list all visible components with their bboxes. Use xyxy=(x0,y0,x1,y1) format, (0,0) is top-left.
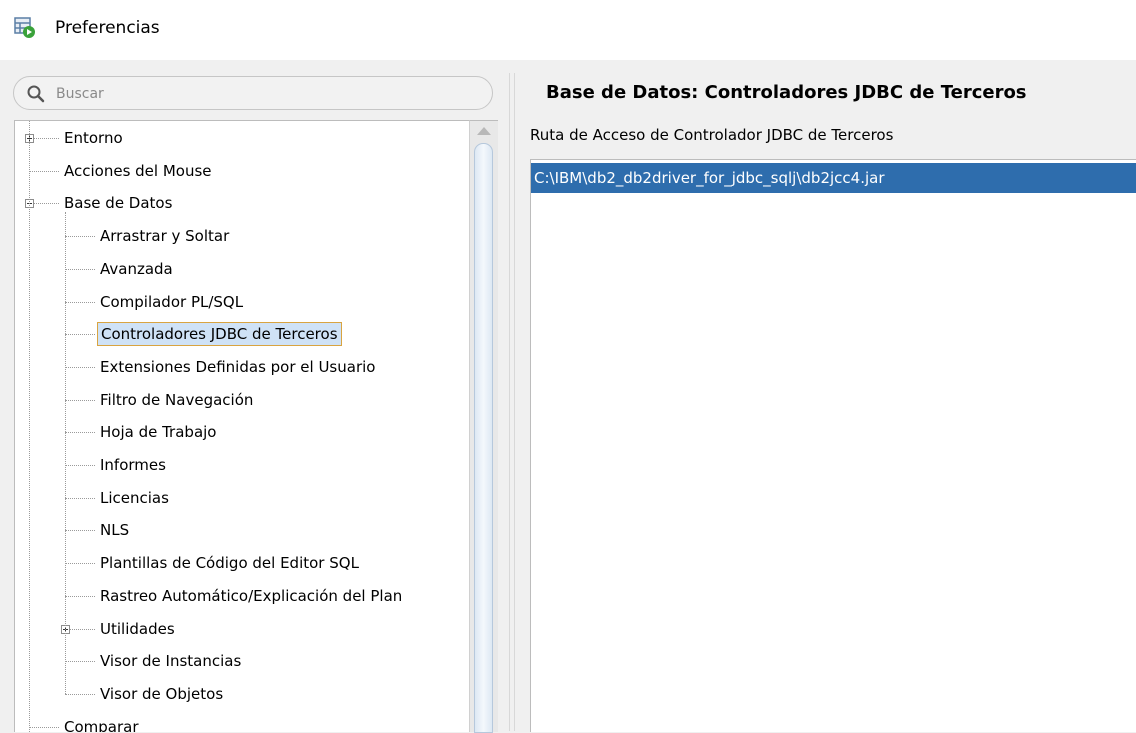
tree-item-label: Utilidades xyxy=(100,620,175,638)
tree-connector xyxy=(65,694,95,695)
tree-item-label: NLS xyxy=(100,521,130,539)
tree-item-label: Comparar xyxy=(64,718,139,732)
tree-item[interactable]: Plantillas de Código del Editor SQL xyxy=(97,550,362,576)
tree-item-label: Extensiones Definidas por el Usuario xyxy=(100,358,376,376)
tree-item-label: Entorno xyxy=(64,129,123,147)
tree-item-label: Hoja de Trabajo xyxy=(100,423,217,441)
tree-item-label: Compilador PL/SQL xyxy=(100,293,244,311)
tree-item[interactable]: Licencias xyxy=(97,485,172,511)
tree-connector xyxy=(65,432,95,433)
tree-item-label: Visor de Objetos xyxy=(100,685,224,703)
jdbc-path-list[interactable]: C:\IBM\db2_db2driver_for_jdbc_sqlj\db2jc… xyxy=(530,159,1136,732)
tree-connector xyxy=(65,400,95,401)
tree-guide xyxy=(29,121,30,732)
tree-connector xyxy=(65,661,95,662)
tree-item-label: Plantillas de Código del Editor SQL xyxy=(100,554,359,572)
tree-item[interactable]: Utilidades xyxy=(97,616,178,642)
tree-connector xyxy=(65,269,95,270)
title-bar: Preferencias xyxy=(0,0,1136,60)
tree-connector xyxy=(65,367,95,368)
window-title: Preferencias xyxy=(55,18,160,38)
tree-item[interactable]: Controladores JDBC de Terceros xyxy=(97,321,342,347)
tree-item-label: Acciones del Mouse xyxy=(64,162,212,180)
tree-item[interactable]: Avanzada xyxy=(97,256,176,282)
search-box[interactable] xyxy=(13,76,493,110)
tree-connector xyxy=(65,596,95,597)
tree-item[interactable]: Rastreo Automático/Explicación del Plan xyxy=(97,583,405,609)
tree-item[interactable]: Comparar xyxy=(61,714,142,732)
list-item[interactable]: C:\IBM\db2_db2driver_for_jdbc_sqlj\db2jc… xyxy=(531,163,1136,193)
tree-connector xyxy=(65,530,95,531)
tree-item[interactable]: Filtro de Navegación xyxy=(97,387,256,413)
search-icon xyxy=(27,85,45,103)
tree-item[interactable]: Extensiones Definidas por el Usuario xyxy=(97,354,378,380)
tree-connector xyxy=(65,465,95,466)
tree-item[interactable]: Informes xyxy=(97,452,169,478)
jdbc-path-label: Ruta de Acceso de Controlador JDBC de Te… xyxy=(530,126,894,144)
tree-item[interactable]: Visor de Objetos xyxy=(97,681,226,707)
tree-item[interactable]: NLS xyxy=(97,517,132,543)
tree-item-label: Rastreo Automático/Explicación del Plan xyxy=(100,587,403,605)
tree-connector xyxy=(29,171,59,172)
tree-item-label: Base de Datos xyxy=(64,194,173,212)
tree-item-label: Visor de Instancias xyxy=(100,652,242,670)
tree-connector xyxy=(65,563,95,564)
page-title: Base de Datos: Controladores JDBC de Ter… xyxy=(546,82,1027,103)
preferences-icon xyxy=(14,17,35,38)
search-input[interactable] xyxy=(54,81,478,107)
tree-connector xyxy=(65,498,95,499)
preferences-content: Base de Datos: Controladores JDBC de Ter… xyxy=(515,60,1136,732)
tree-item[interactable]: Compilador PL/SQL xyxy=(97,289,246,315)
preferences-tree[interactable]: Entorno Acciones del Mouse Base de Datos Ar… xyxy=(14,120,470,732)
tree-item-label: Licencias xyxy=(100,489,169,507)
scroll-up-arrow-icon[interactable] xyxy=(477,127,491,135)
tree-item[interactable]: Acciones del Mouse xyxy=(61,158,215,184)
tree-connector xyxy=(29,727,59,728)
tree-item[interactable]: Base de Datos xyxy=(61,190,175,216)
tree-scrollbar[interactable] xyxy=(469,120,498,733)
tree-item-label: Arrastrar y Soltar xyxy=(100,227,230,245)
tree-connector xyxy=(65,302,95,303)
tree-item-label: Informes xyxy=(100,456,166,474)
tree-connector xyxy=(65,334,95,335)
tree-guide xyxy=(65,212,66,694)
preferences-navigation: Entorno Acciones del Mouse Base de Datos Ar… xyxy=(0,60,512,733)
scroll-thumb[interactable] xyxy=(474,143,493,733)
tree-item[interactable]: Hoja de Trabajo xyxy=(97,419,219,445)
tree-item-label: Avanzada xyxy=(100,260,173,278)
tree-item[interactable]: Visor de Instancias xyxy=(97,648,244,674)
tree-connector xyxy=(65,236,95,237)
tree-item[interactable]: Arrastrar y Soltar xyxy=(97,223,232,249)
tree-item[interactable]: Entorno xyxy=(61,125,126,151)
tree-item-label: Controladores JDBC de Terceros xyxy=(97,322,342,346)
tree-item-label: Filtro de Navegación xyxy=(100,391,254,409)
